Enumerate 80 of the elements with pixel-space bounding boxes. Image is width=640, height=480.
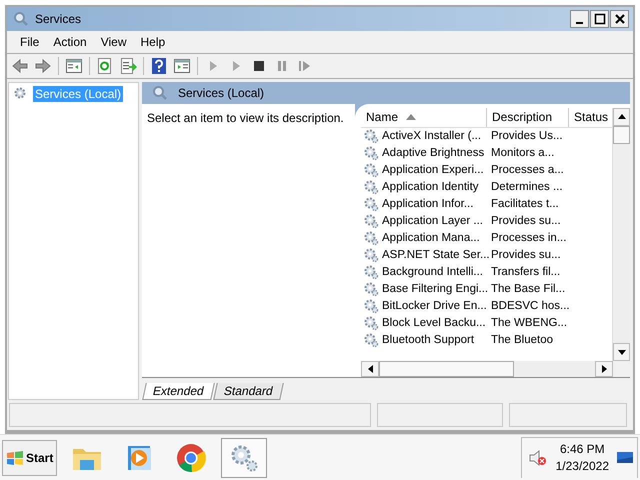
- service-description: Provides su...: [491, 249, 561, 262]
- magnifier-icon: [152, 84, 168, 101]
- scroll-thumb[interactable]: [613, 126, 630, 144]
- maximize-button[interactable]: [590, 10, 609, 28]
- service-description: Provides Us...: [491, 130, 563, 142]
- gear-icon: [363, 145, 379, 162]
- menu-item[interactable]: Help: [134, 35, 172, 49]
- gear-icon: [363, 196, 379, 212]
- forward-icon[interactable]: [34, 57, 52, 75]
- service-description: The Base Fil...: [491, 283, 566, 296]
- minimize-button[interactable]: [570, 10, 589, 28]
- close-icon: [614, 13, 626, 25]
- gear-icon: [363, 230, 379, 246]
- start-button[interactable]: Start: [2, 440, 58, 476]
- console-tree-icon[interactable]: [65, 57, 83, 75]
- view-tab[interactable]: Standard: [212, 382, 284, 400]
- gear-icon: [363, 281, 379, 298]
- gear-icon: [363, 213, 379, 230]
- service-description: Monitors a...: [491, 147, 554, 160]
- refresh-icon[interactable]: [96, 57, 114, 75]
- service-name[interactable]: Adaptive Brightness: [382, 147, 484, 160]
- service-description: Provides su...: [491, 215, 561, 228]
- service-description: BDESVC hos...: [491, 300, 570, 312]
- clock-time[interactable]: 6:46 PM: [560, 441, 605, 458]
- show-desktop-icon[interactable]: [617, 451, 633, 465]
- service-name[interactable]: Application Infor...: [382, 198, 474, 210]
- taskbar-button[interactable]: [221, 438, 268, 478]
- service-description: The WBENG...: [491, 317, 568, 330]
- vertical-scrollbar[interactable]: [612, 108, 630, 362]
- windows-flag-icon: [6, 450, 24, 466]
- minimize-icon: [576, 22, 583, 24]
- gear-icon: [363, 298, 379, 314]
- gear-icon: [363, 315, 379, 332]
- browser-icon: [175, 442, 208, 474]
- service-description: Facilitates t...: [491, 198, 559, 210]
- column-header[interactable]: Description: [487, 108, 569, 127]
- menu-item[interactable]: File: [13, 35, 46, 49]
- help-icon[interactable]: [150, 57, 168, 75]
- gear-icon: [363, 264, 379, 280]
- gear-icon: [363, 128, 379, 144]
- window-title: Services: [35, 12, 82, 26]
- gear-icon: [363, 162, 379, 178]
- scroll-up-icon[interactable]: [618, 114, 626, 120]
- service-name[interactable]: ActiveX Installer (...: [382, 130, 482, 142]
- scroll-right-icon[interactable]: [602, 365, 606, 374]
- close-button[interactable]: [610, 10, 629, 28]
- service-name[interactable]: BitLocker Drive En...: [382, 300, 487, 312]
- service-description: Processes a...: [491, 164, 564, 176]
- muted-speaker-icon[interactable]: [528, 449, 548, 467]
- gear-icon: [363, 332, 379, 348]
- service-name[interactable]: Background Intelli...: [382, 266, 484, 278]
- service-name[interactable]: Base Filtering Engi...: [382, 283, 488, 296]
- service-name[interactable]: Application Mana...: [382, 232, 480, 244]
- scroll-left-icon[interactable]: [368, 365, 372, 374]
- scroll-thumb[interactable]: [379, 361, 514, 378]
- menu-item[interactable]: View: [94, 35, 134, 49]
- view-tab[interactable]: Extended: [142, 382, 215, 400]
- service-name[interactable]: Application Layer ...: [382, 215, 484, 228]
- service-name[interactable]: Block Level Backu...: [382, 317, 486, 330]
- maximize-icon: [594, 13, 606, 25]
- service-name[interactable]: ASP.NET State Ser...: [382, 249, 490, 262]
- service-description: Processes in...: [491, 232, 566, 244]
- menu-item[interactable]: Action: [46, 35, 94, 49]
- gear-icon: [363, 247, 379, 264]
- magnifier-icon: [13, 11, 29, 27]
- pane-title: Services (Local): [178, 86, 264, 100]
- service-description: Determines ...: [491, 181, 563, 194]
- scroll-down-icon[interactable]: [618, 350, 626, 355]
- gear-icon: [363, 179, 379, 196]
- service-name[interactable]: Application Identity: [382, 181, 479, 194]
- service-description: Transfers fil...: [491, 266, 560, 278]
- back-icon[interactable]: [11, 57, 29, 75]
- export-list-icon[interactable]: [119, 57, 137, 75]
- service-name[interactable]: Bluetooth Support: [382, 334, 474, 346]
- service-description: The Bluetoo: [491, 334, 554, 346]
- column-header[interactable]: Name: [361, 108, 487, 127]
- clock-date[interactable]: 1/23/2022: [556, 458, 609, 475]
- description-text: Select an item to view its description.: [147, 110, 344, 125]
- properties-icon[interactable]: [173, 57, 191, 75]
- service-name[interactable]: Application Experi...: [382, 164, 484, 176]
